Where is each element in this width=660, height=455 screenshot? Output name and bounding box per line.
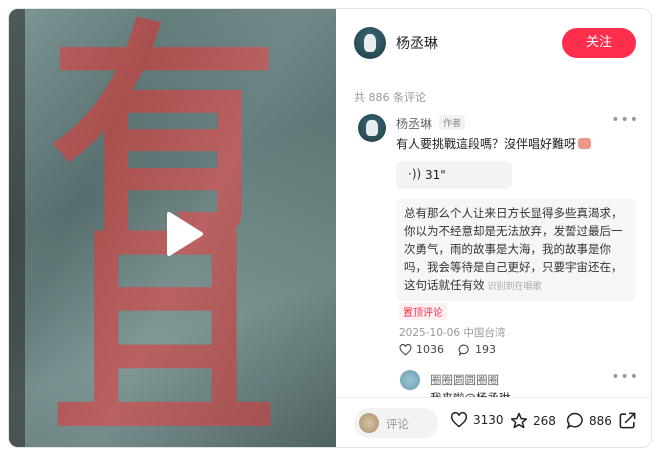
- comment-count-label: 共 886 条评论: [354, 91, 426, 104]
- comment-text-body: 有人要挑戰這段嗎？沒伴唱好難呀: [396, 137, 577, 151]
- author-name[interactable]: 杨丞琳: [396, 33, 438, 53]
- comment-like-count: 1036: [416, 343, 444, 356]
- bottom-bar: 评论 3130 268 886: [336, 397, 651, 447]
- reply-more-icon[interactable]: •••: [611, 369, 639, 385]
- author-avatar[interactable]: [354, 27, 386, 59]
- reply-avatar[interactable]: [400, 370, 420, 390]
- star-count: 268: [533, 413, 556, 428]
- reply-icon: [458, 344, 469, 356]
- user-avatar: [359, 413, 379, 433]
- comment-date: 2025-10-06 中国台湾: [399, 327, 506, 339]
- comment-icon: [566, 412, 583, 429]
- post-window: 有 且 杨丞琳 关注 共 886 条评论 杨丞琳 作者 ••• 有人要挑戰這段嗎…: [8, 8, 652, 448]
- comment-avatar[interactable]: [358, 114, 386, 142]
- author-header: 杨丞琳 关注: [336, 9, 651, 73]
- comment-placeholder: 评论: [386, 417, 409, 431]
- like-button[interactable]: 3130: [450, 412, 504, 428]
- comment-text: 有人要挑戰這段嗎？沒伴唱好難呀: [396, 135, 592, 152]
- more-options-icon[interactable]: •••: [611, 112, 639, 128]
- favorite-button[interactable]: 268: [510, 412, 556, 429]
- comment-reply-button[interactable]: 193: [458, 343, 496, 356]
- follow-button[interactable]: 关注: [562, 28, 636, 58]
- comment-panel: 杨丞琳 关注 共 886 条评论 杨丞琳 作者 ••• 有人要挑戰這段嗎？沒伴唱…: [336, 9, 651, 447]
- comment-actions: 1036 193: [399, 343, 496, 356]
- comment-input[interactable]: 评论: [354, 408, 438, 438]
- lyric-text: 总有那么个人让来日方长显得多些真渴求，你以为不经意却是无法放弃，发誓过最后一次勇…: [404, 206, 623, 292]
- voice-message[interactable]: ·)) 31": [396, 161, 512, 189]
- video-player[interactable]: 有 且: [9, 9, 336, 447]
- comment-author[interactable]: 杨丞琳: [396, 115, 432, 132]
- voice-duration: 31": [425, 168, 446, 182]
- like-count: 3130: [473, 413, 504, 427]
- author-badge: 作者: [439, 115, 466, 130]
- play-icon[interactable]: [157, 209, 207, 259]
- comment-button[interactable]: 886: [566, 412, 612, 429]
- voice-icon: ·)): [408, 167, 422, 181]
- comment-reply-count: 193: [475, 343, 496, 356]
- heart-icon: [450, 412, 468, 428]
- comment-like-button[interactable]: 1036: [399, 343, 444, 356]
- comment-total: 886: [589, 413, 612, 428]
- heart-icon: [399, 343, 412, 356]
- video-edge: [9, 9, 25, 447]
- pinned-badge: 置顶评论: [399, 303, 447, 320]
- star-icon: [510, 412, 528, 429]
- reply-author[interactable]: 圈圈圆圆圈圈: [430, 372, 499, 388]
- lyric-transcript: 总有那么个人让来日方长显得多些真渴求，你以为不经意却是无法放弃，发誓过最后一次勇…: [396, 199, 636, 301]
- share-icon[interactable]: [618, 411, 637, 430]
- emoji-icon: [578, 138, 592, 149]
- lyric-source: 识别到在唱歌: [487, 282, 542, 292]
